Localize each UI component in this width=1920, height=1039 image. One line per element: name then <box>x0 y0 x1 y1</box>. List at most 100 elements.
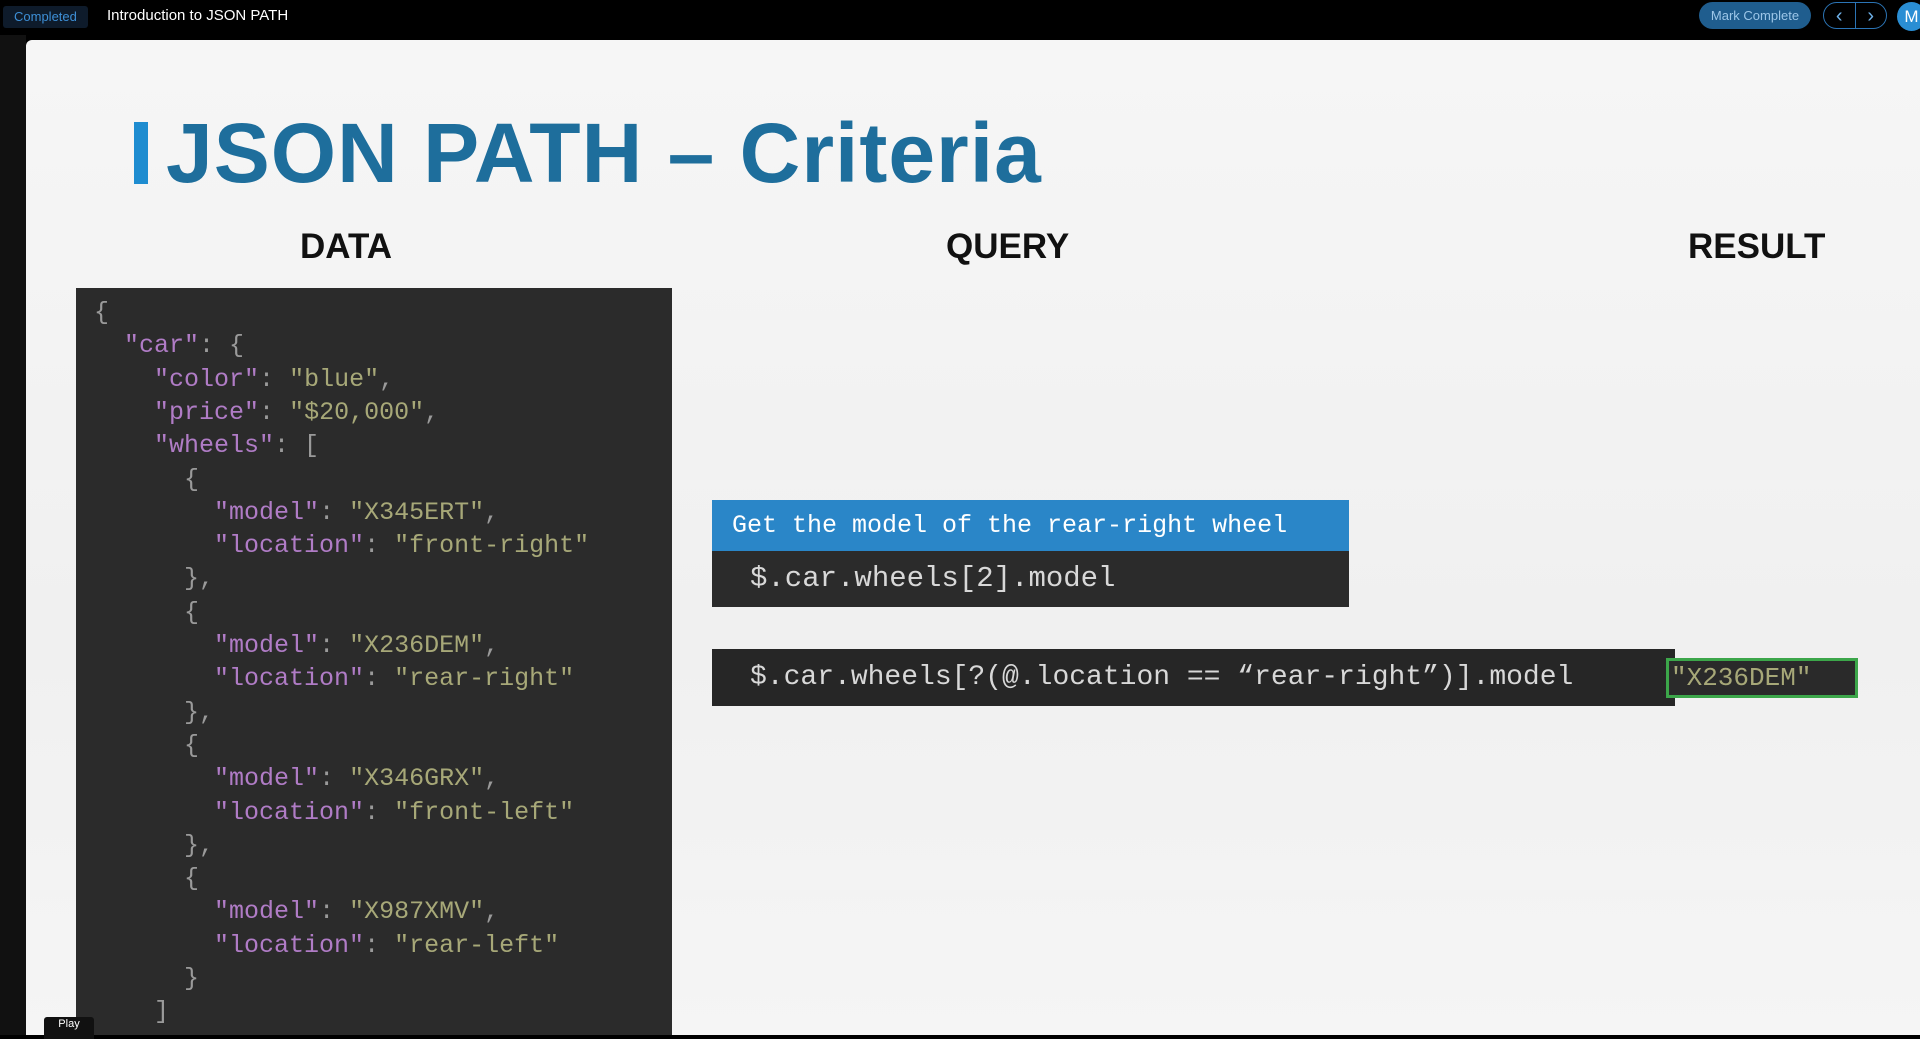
completed-status-badge[interactable]: Completed <box>3 6 88 28</box>
json-punctuation: }, <box>94 697 215 727</box>
json-key: "location" <box>214 664 365 694</box>
json-value: "X236DEM" <box>349 631 485 660</box>
json-punctuation: , <box>484 631 500 660</box>
json-punctuation: : <box>319 497 350 527</box>
json-punctuation <box>94 764 214 793</box>
json-punctuation: : <box>259 397 290 427</box>
json-punctuation: : <box>364 930 395 960</box>
code-line: "color": "blue", <box>94 365 394 395</box>
json-value: "X987XMV" <box>349 897 485 927</box>
slide: JSON PATH – Criteria DATA QUERY RESULT {… <box>26 40 1920 1035</box>
code-line: "model": "X236DEM", <box>94 631 499 661</box>
json-value: "X345ERT" <box>349 497 485 527</box>
json-punctuation <box>94 398 154 427</box>
play-button[interactable]: Play <box>44 1017 94 1039</box>
code-line: { <box>94 465 199 495</box>
query-description: Get the model of the rear-right wheel <box>712 500 1349 551</box>
json-punctuation: { <box>94 864 200 894</box>
json-punctuation <box>94 931 214 960</box>
json-data-panel: { "car": { "color": "blue", "price": "$2… <box>76 288 672 1035</box>
query-expression-filter: $.car.wheels[?(@.location == “rear-right… <box>712 649 1675 706</box>
query-result: "X236DEM" <box>1666 658 1858 698</box>
code-line: "price": "$20,000", <box>94 398 439 428</box>
chevron-right-icon[interactable]: › <box>1854 3 1887 28</box>
code-line: "wheels": [ <box>94 431 319 461</box>
data-column-heading: DATA <box>300 227 393 266</box>
left-gutter <box>0 35 26 1035</box>
json-key: "color" <box>154 364 260 394</box>
slide-title: JSON PATH – Criteria <box>166 106 1042 200</box>
json-key: "model" <box>214 897 320 927</box>
mark-complete-button[interactable]: Mark Complete <box>1699 2 1811 29</box>
code-line: "location": "rear-right" <box>94 664 574 694</box>
json-key: "model" <box>214 497 320 527</box>
json-punctuation: : <box>364 797 395 827</box>
code-line: "location": "front-right" <box>94 531 589 561</box>
code-line: "location": "front-left" <box>94 798 574 828</box>
json-key: "location" <box>214 797 365 827</box>
code-line: "model": "X345ERT", <box>94 498 499 528</box>
code-line: } <box>94 964 199 994</box>
code-line: { <box>94 864 199 894</box>
json-punctuation: , <box>484 497 500 527</box>
json-value: "$20,000" <box>289 397 425 427</box>
json-value: "rear-left" <box>394 930 560 960</box>
code-line: "model": "X987XMV", <box>94 897 499 927</box>
code-line: { <box>94 598 199 628</box>
code-line: "model": "X346GRX", <box>94 764 499 794</box>
json-punctuation: { <box>94 730 200 760</box>
code-line: }, <box>94 564 214 594</box>
json-punctuation: }, <box>94 830 215 860</box>
result-column-heading: RESULT <box>1688 227 1826 266</box>
json-value: "X346GRX" <box>349 764 485 794</box>
json-punctuation <box>94 897 214 926</box>
code-line: }, <box>94 831 214 861</box>
json-punctuation: , <box>484 764 500 794</box>
json-punctuation: } <box>94 964 200 993</box>
lesson-nav: ‹ › <box>1823 2 1887 29</box>
json-punctuation <box>94 331 124 360</box>
json-punctuation: ] <box>94 997 170 1027</box>
json-punctuation: { <box>94 464 200 494</box>
code-line: { <box>94 731 199 761</box>
top-bar: Completed Introduction to JSON PATH Mark… <box>0 0 1920 35</box>
code-line: }, <box>94 698 214 728</box>
json-value: "front-right" <box>394 531 590 561</box>
query-column-heading: QUERY <box>946 227 1070 266</box>
json-value: "front-left" <box>394 797 575 827</box>
json-punctuation: : <box>259 364 290 394</box>
json-punctuation: , <box>484 897 500 927</box>
json-punctuation: : <box>319 897 350 927</box>
json-punctuation: : <box>319 764 350 794</box>
json-punctuation: , <box>379 364 395 394</box>
avatar[interactable]: M <box>1897 2 1920 31</box>
code-line: ] <box>94 997 169 1027</box>
chevron-left-icon[interactable]: ‹ <box>1824 3 1855 28</box>
json-punctuation: }, <box>94 564 215 594</box>
code-line: { <box>94 298 109 328</box>
code-line: "location": "rear-left" <box>94 931 559 961</box>
json-key: "price" <box>154 397 260 427</box>
json-punctuation: , <box>424 397 440 427</box>
json-punctuation: { <box>94 597 200 627</box>
json-punctuation: : <box>364 531 395 561</box>
json-punctuation <box>94 531 214 560</box>
title-accent-bar <box>134 122 148 184</box>
json-punctuation <box>94 498 214 527</box>
lesson-title: Introduction to JSON PATH <box>107 7 289 24</box>
json-key: "wheels" <box>154 431 275 461</box>
query-expression-index: $.car.wheels[2].model <box>712 551 1349 607</box>
json-punctuation <box>94 365 154 394</box>
json-key: "location" <box>214 930 365 960</box>
json-punctuation: { <box>94 298 110 327</box>
json-punctuation: : <box>364 664 395 694</box>
json-punctuation: : <box>319 631 350 660</box>
json-key: "model" <box>214 631 320 660</box>
json-key: "car" <box>124 331 200 361</box>
json-punctuation: : { <box>199 331 245 361</box>
json-punctuation <box>94 431 154 460</box>
json-value: "blue" <box>289 364 380 394</box>
json-key: "model" <box>214 764 320 794</box>
code-line: "car": { <box>94 331 244 361</box>
json-value: "rear-right" <box>394 664 575 694</box>
